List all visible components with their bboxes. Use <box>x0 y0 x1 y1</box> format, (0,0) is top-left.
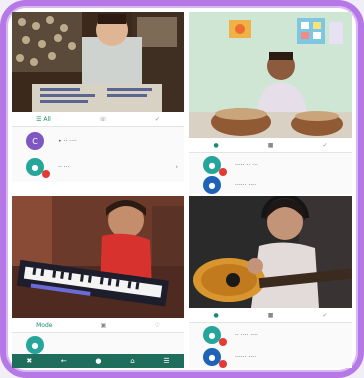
video-girl-keyboard[interactable] <box>12 196 184 318</box>
avatar: ● <box>203 156 227 176</box>
panel-top-left: ☰ All ☏ ✓ C • ·· ···· ● ·· ··· › <box>12 12 184 182</box>
list-item[interactable]: ● ······ ···· <box>189 346 352 368</box>
record-icon[interactable]: ● <box>214 312 219 319</box>
tab-bar: Mode ▣ ♡ <box>12 318 184 333</box>
notification-badge <box>219 360 227 368</box>
list-item[interactable]: ● ······ ···· <box>189 174 352 194</box>
notification-badge <box>42 170 50 178</box>
avatar: ● <box>26 158 50 178</box>
tab-bar: ● ■ ✓ <box>189 138 352 153</box>
chevron-right-icon[interactable]: › <box>175 163 178 171</box>
screen-icon[interactable]: ▣ <box>101 322 107 329</box>
panel-bottom-left: Mode ▣ ♡ ● ✖ ← ● ⌂ ☰ <box>12 196 184 368</box>
panel-top-right: ● ■ ✓ ● ····· ·· ··· ● ······ ···· <box>189 12 352 194</box>
video-boy-reading[interactable] <box>12 12 184 112</box>
home-icon[interactable]: ⌂ <box>130 357 134 365</box>
video-girl-tabla[interactable] <box>189 12 352 138</box>
avatar: ● <box>203 326 227 346</box>
video-girl-guitar[interactable] <box>189 196 352 308</box>
check-icon[interactable]: ✓ <box>322 142 327 149</box>
heart-icon[interactable]: ♡ <box>155 322 160 329</box>
tab-bar: ☰ All ☏ ✓ <box>12 112 184 127</box>
avatar: ● <box>203 348 227 368</box>
tab-bar: ● ■ ✓ <box>189 308 352 323</box>
list-item-text: ·· ···· ···· <box>235 331 258 339</box>
list-item[interactable]: ● <box>12 334 184 356</box>
phone-icon[interactable]: ☏ <box>99 116 107 123</box>
list-item-text: • ·· ···· <box>58 137 77 145</box>
check-icon[interactable]: ✓ <box>155 116 160 123</box>
list-item[interactable]: ● ·· ··· › <box>12 156 184 178</box>
list-item-text: ······ ···· <box>235 353 256 361</box>
tab-all[interactable]: ☰ All <box>36 116 51 123</box>
stop-icon[interactable]: ■ <box>268 312 274 319</box>
list-item-text: ····· ·· ··· <box>235 161 258 169</box>
stop-icon[interactable]: ■ <box>268 142 274 149</box>
menu-icon[interactable]: ☰ <box>163 357 169 365</box>
notification-badge <box>219 338 227 346</box>
back-icon[interactable]: ← <box>61 357 67 365</box>
avatar: ● <box>26 336 44 354</box>
list-item[interactable]: C • ·· ···· <box>12 130 184 152</box>
list-item-text: ······ ···· <box>235 181 256 189</box>
list-item[interactable]: ● ····· ·· ··· <box>189 154 352 176</box>
record-icon[interactable]: ● <box>214 142 219 149</box>
avatar: C <box>26 132 44 150</box>
mode-tab[interactable]: Mode <box>36 322 52 329</box>
close-icon[interactable]: ✖ <box>26 357 32 365</box>
list-item-text: ·· ··· <box>58 163 70 171</box>
avatar: ● <box>203 176 221 194</box>
panel-bottom-right: ● ■ ✓ ● ·· ···· ···· ● ······ ···· <box>189 196 352 368</box>
check-icon[interactable]: ✓ <box>322 312 327 319</box>
list-item[interactable]: ● ·· ···· ···· <box>189 324 352 346</box>
bottom-nav-bar: ✖ ← ● ⌂ ☰ <box>12 354 184 368</box>
record-icon[interactable]: ● <box>95 357 101 365</box>
